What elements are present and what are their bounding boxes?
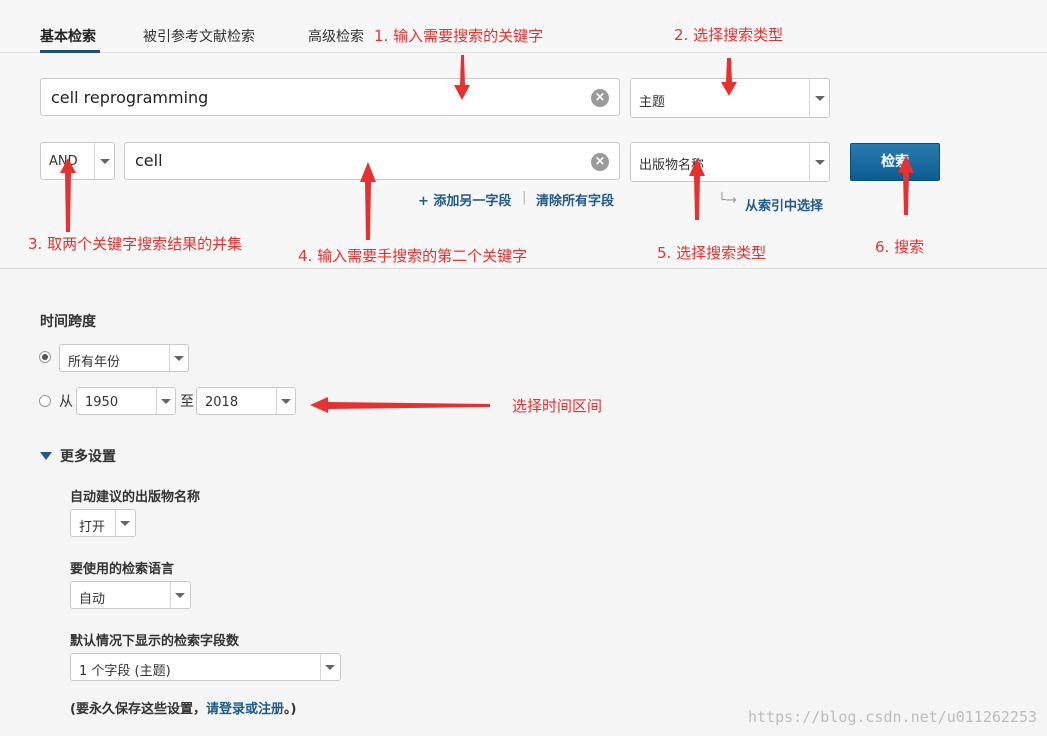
from-label: 从 — [59, 394, 73, 410]
tab-basic-search[interactable]: 基本检索 — [40, 26, 96, 46]
all-years-select[interactable]: 所有年份 — [59, 344, 189, 372]
to-year-select[interactable]: 2018 — [196, 387, 296, 415]
select-divider — [115, 510, 116, 536]
search-input-1-value: cell reprogramming — [51, 88, 209, 107]
search-input-2-value: cell — [135, 151, 163, 170]
tabs-divider — [0, 52, 1047, 53]
select-from-index-link[interactable]: 从索引中选择 — [745, 195, 823, 214]
auto-suggest-value: 打开 — [79, 520, 106, 535]
search-button[interactable]: 检索 — [850, 143, 940, 181]
login-register-link[interactable]: 请登录或注册 — [206, 702, 284, 717]
language-select[interactable]: 自动 — [70, 581, 191, 609]
active-tab-indicator — [40, 50, 100, 53]
field-count-label: 默认情况下显示的检索字段数 — [70, 634, 240, 649]
auto-suggest-label: 自动建议的出版物名称 — [70, 490, 201, 505]
select-divider — [320, 654, 321, 680]
annotation-6: 6. 搜索 — [875, 238, 925, 256]
annotation-3: 3. 取两个关键字搜索结果的并集 — [28, 235, 243, 253]
select-divider — [169, 345, 170, 371]
save-settings-note: (要永久保存这些设置，请登录或注册。) — [70, 698, 296, 717]
return-arrow-icon: └→ — [718, 193, 737, 208]
select-divider — [809, 79, 810, 117]
chevron-down-icon — [161, 399, 171, 404]
annotation-4: 4. 输入需要手搜索的第二个关键字 — [298, 247, 528, 265]
more-settings-toggle[interactable]: 更多设置 — [60, 446, 116, 466]
select-divider — [170, 582, 171, 608]
chevron-down-icon — [175, 593, 185, 598]
chevron-down-icon — [281, 399, 291, 404]
field-select-1[interactable]: 主题 — [630, 78, 830, 118]
field-count-select[interactable]: 1 个字段 (主题) — [70, 653, 341, 681]
select-divider — [156, 388, 157, 414]
field-count-value: 1 个字段 (主题) — [79, 664, 171, 679]
chevron-down-icon — [325, 665, 335, 670]
to-label: 至 — [180, 394, 194, 410]
clear-icon[interactable]: × — [591, 89, 609, 107]
annotation-1: 1. 输入需要搜索的关键字 — [374, 27, 544, 45]
search-input-1[interactable]: cell reprogramming × — [40, 78, 620, 116]
language-value: 自动 — [79, 592, 106, 607]
all-years-radio[interactable] — [39, 351, 51, 363]
auto-suggest-select[interactable]: 打开 — [70, 509, 136, 537]
chevron-down-icon — [120, 521, 130, 526]
field-select-2[interactable]: 出版物名称 — [630, 142, 830, 182]
field-select-1-value: 主题 — [639, 95, 666, 110]
link-separator: | — [522, 190, 527, 205]
clear-icon[interactable]: × — [591, 153, 609, 171]
timespan-title: 时间跨度 — [40, 314, 96, 330]
chevron-down-icon — [174, 356, 184, 361]
operator-value: AND — [49, 154, 78, 169]
from-year-select[interactable]: 1950 — [76, 387, 176, 415]
chevron-down-icon — [815, 160, 825, 165]
select-divider — [276, 388, 277, 414]
tab-cited-reference-search[interactable]: 被引参考文献检索 — [143, 26, 255, 46]
arrow-7 — [310, 397, 490, 413]
field-select-2-value: 出版物名称 — [639, 158, 705, 173]
annotation-5: 5. 选择搜索类型 — [657, 244, 767, 262]
chevron-down-icon — [815, 96, 825, 101]
tab-advanced-search[interactable]: 高级检索 — [308, 26, 364, 46]
save-note-prefix: (要永久保存这些设置， — [70, 702, 206, 717]
watermark: https://blog.csdn.net/u011262253 — [748, 708, 1037, 726]
search-input-2[interactable]: cell × — [124, 142, 620, 180]
to-year-value: 2018 — [205, 395, 239, 410]
add-field-link[interactable]: + 添加另一字段 — [418, 190, 511, 209]
all-years-value: 所有年份 — [68, 355, 121, 370]
select-divider — [94, 143, 95, 179]
from-year-value: 1950 — [85, 395, 119, 410]
select-divider — [809, 143, 810, 181]
language-label: 要使用的检索语言 — [70, 562, 175, 577]
annotation-2: 2. 选择搜索类型 — [674, 26, 784, 44]
year-range-radio[interactable] — [39, 395, 51, 407]
boolean-operator-select[interactable]: AND — [40, 142, 115, 180]
annotation-7: 选择时间区间 — [512, 397, 603, 415]
collapse-triangle-icon[interactable] — [40, 452, 52, 460]
clear-all-fields-link[interactable]: 清除所有字段 — [536, 190, 614, 209]
save-note-suffix: 。) — [283, 702, 297, 717]
chevron-down-icon — [100, 159, 110, 164]
